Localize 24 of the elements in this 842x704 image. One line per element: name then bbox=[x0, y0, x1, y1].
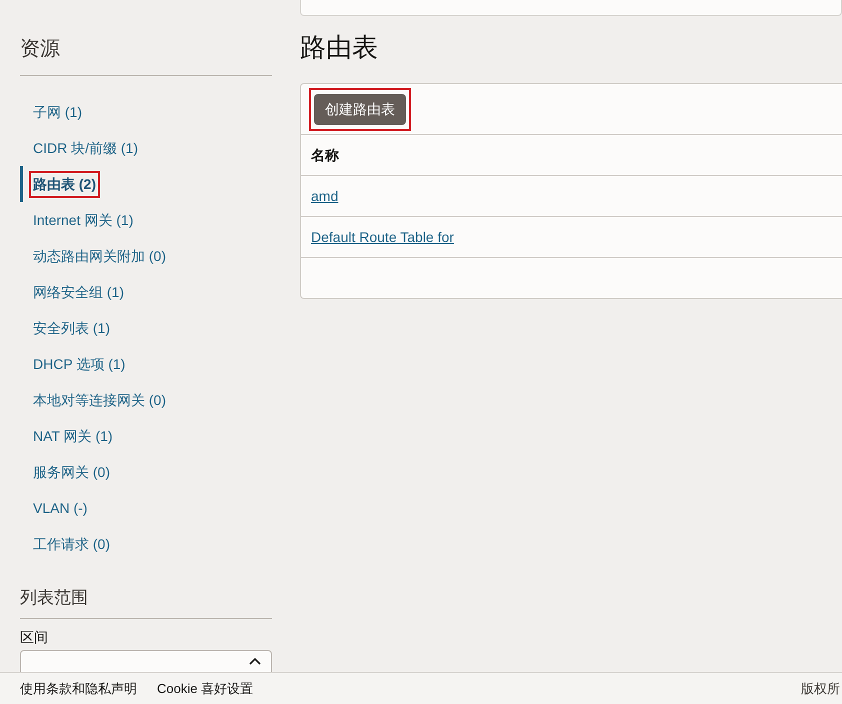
sidebar-item[interactable]: 安全列表 (1) bbox=[29, 314, 114, 342]
column-header: 名称 bbox=[311, 146, 339, 165]
sidebar-item[interactable]: Internet 网关 (1) bbox=[29, 206, 138, 234]
table-link[interactable]: Default Route Table for bbox=[311, 226, 454, 248]
sidebar-item[interactable]: NAT 网关 (1) bbox=[29, 422, 117, 450]
section-heading: 资源 bbox=[20, 37, 272, 76]
sidebar-item[interactable]: 工作请求 (0) bbox=[29, 530, 114, 558]
create-button[interactable]: 创建路由表 bbox=[314, 94, 406, 125]
sidebar-item[interactable]: 服务网关 (0) bbox=[29, 458, 114, 486]
sidebar-item[interactable]: CIDR 块/前缀 (1) bbox=[29, 134, 142, 162]
sidebar-item[interactable]: 网络安全组 (1) bbox=[29, 278, 128, 306]
footer-link[interactable]: 使用条款和隐私声明 bbox=[20, 678, 137, 698]
sidebar-item[interactable]: 本地对等连接网关 (0) bbox=[29, 386, 170, 414]
sidebar-item[interactable]: DHCP 选项 (1) bbox=[29, 350, 130, 378]
sidebar-item[interactable]: 路由表 (2) bbox=[29, 170, 100, 198]
copyright-text: 版权所 bbox=[801, 680, 840, 698]
footer-link[interactable]: Cookie 喜好设置 bbox=[157, 678, 254, 698]
section-heading: 列表范围 bbox=[20, 588, 272, 620]
sidebar-item[interactable]: 子网 (1) bbox=[29, 98, 86, 126]
field-label: 区间 bbox=[20, 628, 49, 648]
table-link[interactable]: amd bbox=[311, 186, 338, 207]
sidebar-item[interactable]: VLAN (-) bbox=[29, 494, 92, 522]
sidebar-item[interactable]: 动态路由网关附加 (0) bbox=[29, 242, 170, 270]
page-title: 路由表 bbox=[300, 32, 379, 64]
